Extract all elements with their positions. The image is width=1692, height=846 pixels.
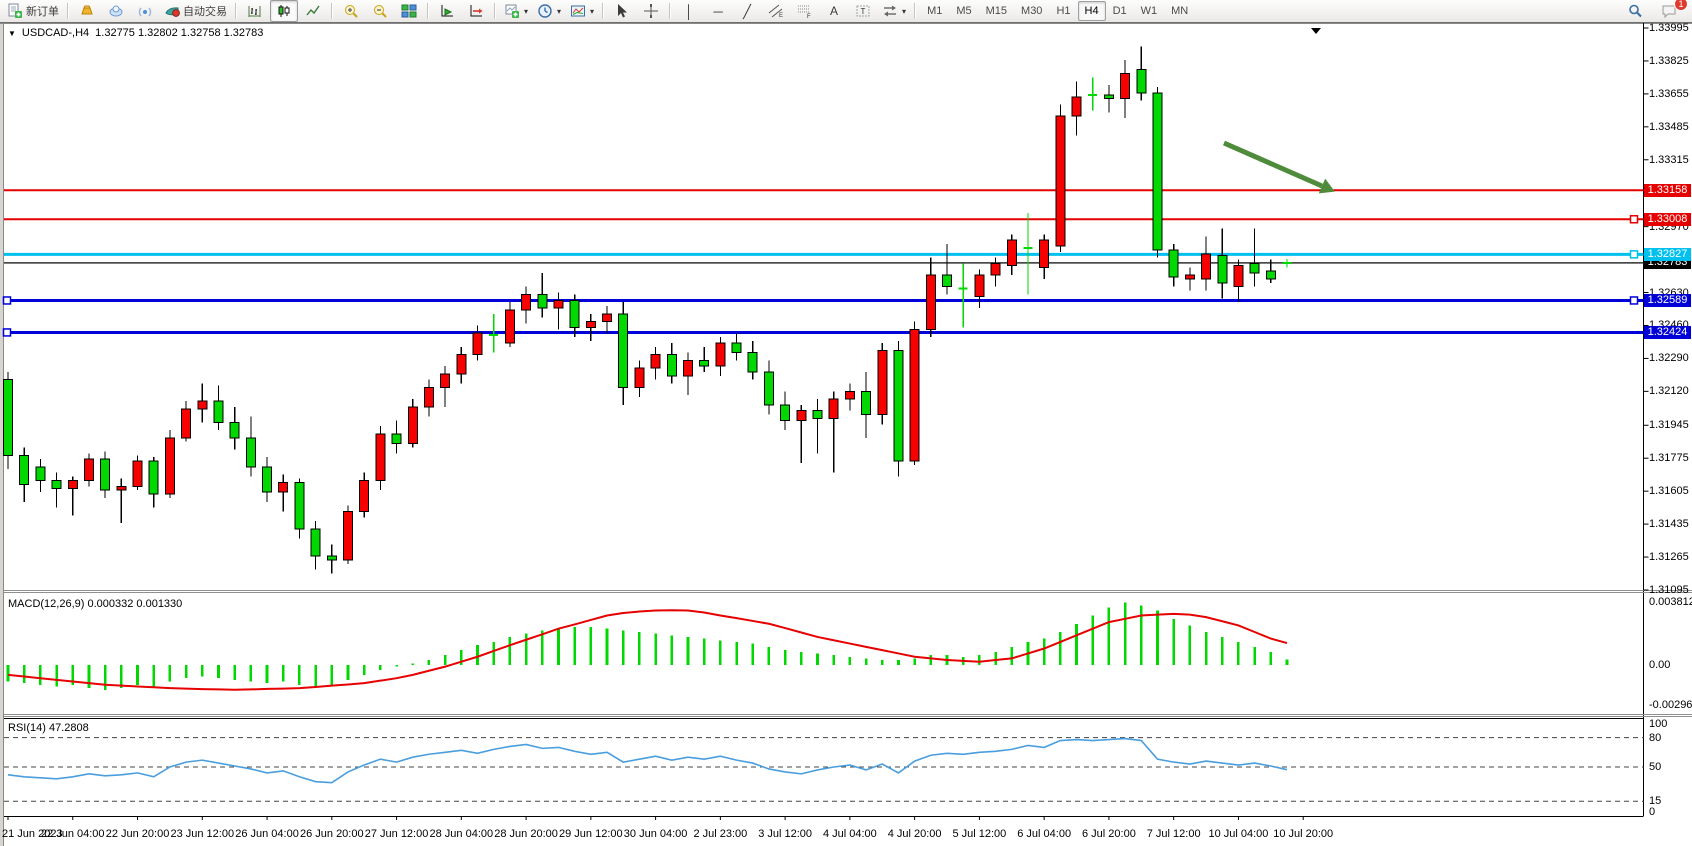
timeframe-button-m30[interactable]: M30 <box>1014 1 1049 21</box>
autotrading-button[interactable]: 自动交易 <box>160 0 231 22</box>
chevron-down-icon: ▾ <box>590 7 594 16</box>
chevron-down-icon: ▾ <box>524 7 528 16</box>
svg-text:E: E <box>779 13 783 19</box>
horizontal-line-icon: ─ <box>713 5 722 18</box>
search-button[interactable] <box>1621 0 1649 22</box>
trendline-button[interactable]: ╱ <box>733 0 761 22</box>
deposit-button[interactable] <box>73 0 101 22</box>
deposit-icon <box>79 3 95 19</box>
toolbar-separator <box>427 3 429 19</box>
period-clock-icon <box>537 3 553 19</box>
toolbar-separator <box>914 3 916 19</box>
toolbar-right: 1 <box>1621 0 1689 22</box>
cursor-icon <box>614 3 630 19</box>
text-label-button[interactable]: T <box>849 0 877 22</box>
new-chart-button[interactable]: ▾ <box>500 0 532 22</box>
candlestick-chart-icon <box>276 3 292 19</box>
template-button[interactable]: ▾ <box>566 0 598 22</box>
timeframe-button-h4[interactable]: H4 <box>1078 1 1106 21</box>
zoom-in-icon <box>343 3 359 19</box>
toolbar-separator <box>331 3 333 19</box>
arrows-icon <box>882 3 898 19</box>
trendline-icon: ╱ <box>743 5 751 18</box>
new-chart-icon <box>504 3 520 19</box>
chart-canvas[interactable] <box>0 23 1692 846</box>
chevron-down-icon: ▾ <box>557 7 561 16</box>
equidistant-channel-icon: E <box>768 3 784 19</box>
chart-shift-button[interactable] <box>462 0 490 22</box>
tile-windows-button[interactable] <box>395 0 423 22</box>
fibonacci-button[interactable]: F <box>791 0 819 22</box>
candlestick-chart-button[interactable] <box>270 0 298 22</box>
auto-scroll-icon <box>439 3 455 19</box>
chart-shift-icon <box>468 3 484 19</box>
signals-icon <box>137 3 153 19</box>
chart-shift-marker <box>1311 28 1321 34</box>
horizontal-line-button[interactable]: ─ <box>704 0 732 22</box>
macd-histogram <box>8 602 1287 689</box>
zoom-in-button[interactable] <box>337 0 365 22</box>
trend-arrow-annotation <box>1224 143 1335 193</box>
crosshair-button[interactable] <box>637 0 665 22</box>
autotrading-label: 自动交易 <box>183 3 227 19</box>
new-order-label: 新订单 <box>26 3 59 19</box>
timeframe-button-h1[interactable]: H1 <box>1049 1 1077 21</box>
line-chart-button[interactable] <box>299 0 327 22</box>
toolbar-separator <box>494 3 496 19</box>
macd-signal-line <box>8 610 1287 690</box>
timeframe-button-m5[interactable]: M5 <box>949 1 978 21</box>
tile-windows-icon <box>401 3 417 19</box>
toolbar-separator <box>67 3 69 19</box>
bar-chart-icon <box>247 3 263 19</box>
candles <box>4 46 1292 573</box>
timeframe-button-mn[interactable]: MN <box>1164 1 1195 21</box>
toolbar-separator <box>602 3 604 19</box>
rsi-line <box>8 739 1287 783</box>
signals-button[interactable] <box>131 0 159 22</box>
auto-scroll-button[interactable] <box>433 0 461 22</box>
autotrading-icon <box>164 3 180 19</box>
vertical-line-icon: │ <box>685 5 693 18</box>
template-icon <box>570 3 586 19</box>
timeframe-button-d1[interactable]: D1 <box>1106 1 1134 21</box>
chart-window[interactable]: ▼ USDCAD-,H4 1.32775 1.32802 1.32758 1.3… <box>0 23 1692 846</box>
toolbar-separator <box>235 3 237 19</box>
timeframe-group: M1M5M15M30H1H4D1W1MN <box>920 1 1195 21</box>
equidistant-channel-button[interactable]: E <box>762 0 790 22</box>
text-button[interactable]: A <box>820 0 848 22</box>
timeframe-button-w1[interactable]: W1 <box>1134 1 1165 21</box>
fibonacci-icon: F <box>797 3 813 19</box>
community-icon <box>108 3 124 19</box>
crosshair-icon <box>643 3 659 19</box>
search-icon <box>1627 3 1643 19</box>
cursor-button[interactable] <box>608 0 636 22</box>
mt4-application: 新订单 自动交易 <box>0 0 1692 846</box>
toolbar-separator <box>669 3 671 19</box>
timeframe-button-m1[interactable]: M1 <box>920 1 949 21</box>
new-order-icon <box>7 3 23 19</box>
arrows-button[interactable]: ▾ <box>878 0 910 22</box>
zoom-out-button[interactable] <box>366 0 394 22</box>
zoom-out-icon <box>372 3 388 19</box>
new-order-button[interactable]: 新订单 <box>3 0 63 22</box>
svg-text:T: T <box>861 7 866 16</box>
notification-badge: 1 <box>1674 0 1688 11</box>
line-chart-icon <box>305 3 321 19</box>
timeframe-button-m15[interactable]: M15 <box>979 1 1014 21</box>
community-button[interactable] <box>102 0 130 22</box>
period-button[interactable]: ▾ <box>533 0 565 22</box>
main-toolbar: 新订单 自动交易 <box>0 0 1692 23</box>
chevron-down-icon: ▾ <box>902 7 906 16</box>
bar-chart-button[interactable] <box>241 0 269 22</box>
svg-text:F: F <box>807 14 811 19</box>
vertical-line-button[interactable]: │ <box>675 0 703 22</box>
text-label-icon: T <box>855 3 871 19</box>
chat-button[interactable]: 1 <box>1655 0 1683 22</box>
text-icon: A <box>830 5 838 17</box>
